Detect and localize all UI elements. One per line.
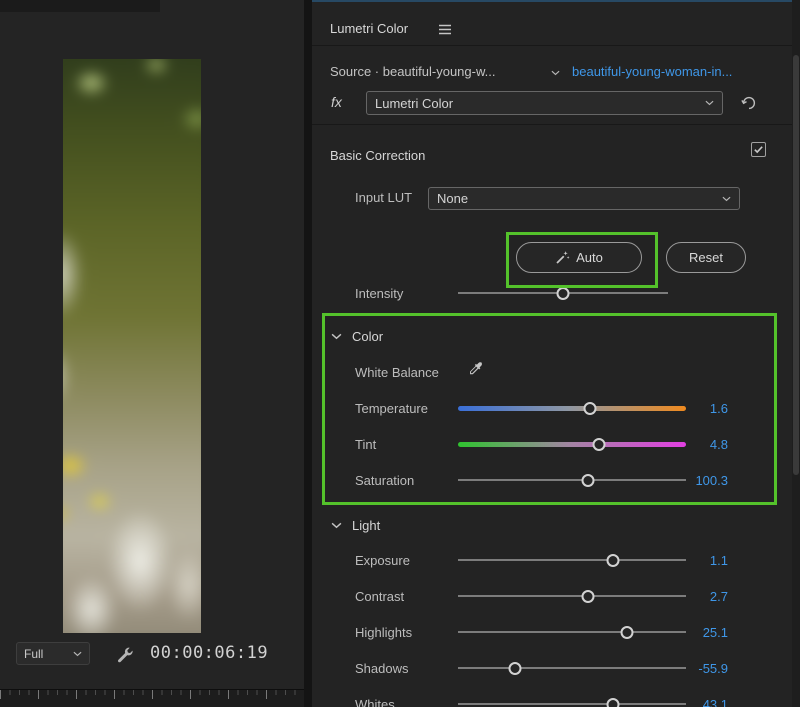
shadows-slider[interactable] [458,660,686,676]
intensity-handle[interactable] [557,287,570,300]
white-balance-label: White Balance [355,365,439,380]
highlights-track[interactable] [458,631,686,633]
panel-edge [0,0,160,12]
collapse-chevron-icon[interactable] [331,333,342,340]
tint-label: Tint [355,437,376,452]
auto-button[interactable]: Auto [516,242,642,273]
zoom-level-value: Full [24,647,43,661]
header-divider [312,45,792,46]
tint-value[interactable]: 4.8 [676,437,728,452]
panel-menu-icon[interactable] [438,24,452,35]
exposure-value[interactable]: 1.1 [676,553,728,568]
chevron-down-icon [73,651,82,657]
whites-handle[interactable] [607,698,620,707]
whites-value[interactable]: 43.1 [676,697,728,707]
contrast-value[interactable]: 2.7 [676,589,728,604]
contrast-slider[interactable] [458,588,686,604]
saturation-label: Saturation [355,473,414,488]
program-monitor: Full 00:00:06:19 [0,0,304,707]
shadows-label: Shadows [355,661,408,676]
auto-button-label: Auto [576,250,603,265]
effect-select-value: Lumetri Color [375,96,453,111]
section-color[interactable]: Color [352,329,383,344]
section-basic-correction[interactable]: Basic Correction [330,148,425,163]
contrast-track[interactable] [458,595,686,597]
whites-label: Whites [355,697,395,707]
preview-image [63,59,201,633]
source-clip-label: Source · beautiful-young-w... [330,64,495,79]
highlights-slider[interactable] [458,624,686,640]
eyedropper-icon[interactable] [468,362,483,377]
linked-clip-name[interactable]: beautiful-young-woman-in... [572,64,732,79]
video-preview[interactable] [63,59,201,633]
input-lut-value: None [437,191,468,206]
reset-button[interactable]: Reset [666,242,746,273]
panel-scrollbar-thumb[interactable] [793,55,799,475]
intensity-label: Intensity [355,286,403,301]
active-panel-highlight [312,0,800,2]
highlights-value[interactable]: 25.1 [676,625,728,640]
saturation-handle[interactable] [581,474,594,487]
effect-enable-checkbox[interactable] [751,142,766,157]
tint-track[interactable] [458,442,686,447]
temperature-track[interactable] [458,406,686,411]
whites-slider[interactable] [458,696,686,707]
contrast-handle[interactable] [581,590,594,603]
temperature-handle[interactable] [584,402,597,415]
temperature-slider[interactable] [458,400,686,416]
shadows-track[interactable] [458,667,686,669]
premiere-workspace: Full 00:00:06:19 Lumetri Color Source · … [0,0,800,707]
whites-track[interactable] [458,703,686,705]
intensity-slider[interactable] [458,285,668,301]
panel-tab-lumetri-color[interactable]: Lumetri Color [330,21,408,36]
check-icon [753,144,764,155]
saturation-track[interactable] [458,479,686,481]
temperature-value[interactable]: 1.6 [676,401,728,416]
tint-handle[interactable] [593,438,606,451]
row-divider [312,124,792,125]
shadows-handle[interactable] [509,662,522,675]
saturation-value[interactable]: 100.3 [676,473,728,488]
exposure-track[interactable] [458,559,686,561]
chevron-down-icon [705,100,714,106]
temperature-label: Temperature [355,401,428,416]
section-light[interactable]: Light [352,518,380,533]
magic-wand-icon [555,250,570,265]
saturation-slider[interactable] [458,472,686,488]
wrench-icon[interactable] [116,646,133,663]
chevron-down-icon [722,196,731,202]
exposure-handle[interactable] [607,554,620,567]
highlights-label: Highlights [355,625,412,640]
fx-badge: fx [331,94,342,110]
tint-slider[interactable] [458,436,686,452]
exposure-slider[interactable] [458,552,686,568]
panel-divider[interactable] [304,0,312,707]
collapse-chevron-icon[interactable] [331,522,342,529]
exposure-label: Exposure [355,553,410,568]
highlights-handle[interactable] [620,626,633,639]
input-lut-select[interactable]: None [428,187,740,210]
timeline-ruler[interactable] [0,689,304,707]
reset-button-label: Reset [689,250,723,265]
effect-select[interactable]: Lumetri Color [366,91,723,115]
chevron-down-icon[interactable] [551,70,560,76]
reset-effect-icon[interactable] [741,95,757,111]
shadows-value[interactable]: -55.9 [676,661,728,676]
contrast-label: Contrast [355,589,404,604]
timecode[interactable]: 00:00:06:19 [150,643,268,663]
input-lut-label: Input LUT [355,190,412,205]
zoom-level-select[interactable]: Full [16,642,90,665]
